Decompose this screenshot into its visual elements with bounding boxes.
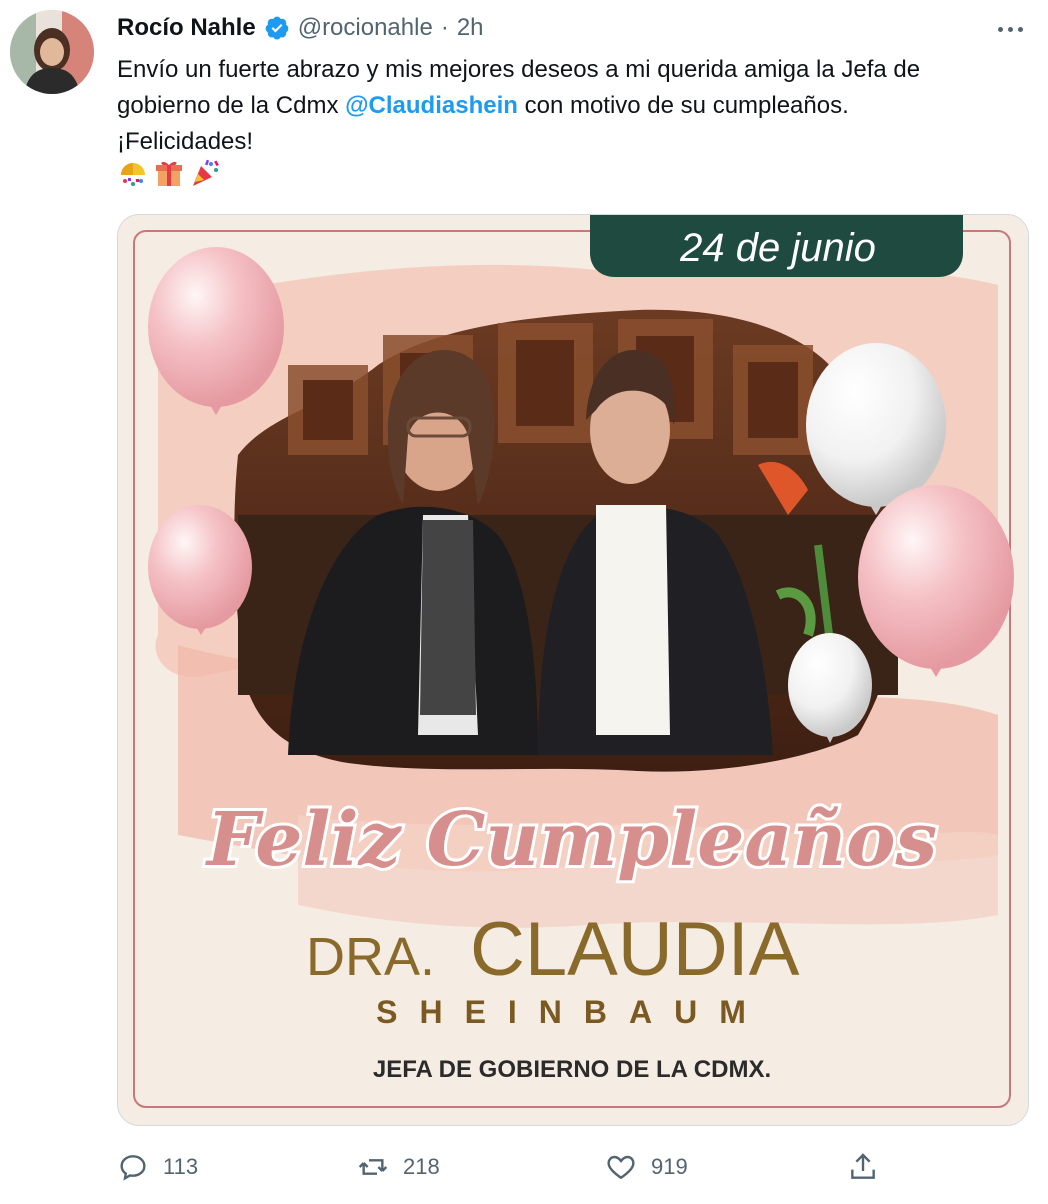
tweet-time[interactable]: 2h [457, 14, 484, 42]
avatar[interactable] [10, 10, 94, 94]
like-button[interactable]: 919 [605, 1148, 688, 1186]
share-button[interactable] [847, 1148, 879, 1186]
author-name[interactable]: Rocío Nahle [117, 14, 256, 42]
more-options-icon[interactable] [988, 14, 1032, 44]
retweet-button[interactable]: 218 [357, 1148, 440, 1186]
date-banner-text: 24 de junio [679, 226, 876, 270]
retweet-count: 218 [403, 1154, 440, 1179]
header-separator: · [440, 14, 449, 41]
title-prefix: DRA. [306, 927, 435, 987]
reply-button[interactable]: 113 [117, 1148, 198, 1186]
tweet-media-image[interactable]: 24 de junio Feliz Cumpleaños DRA. CLAUDI… [117, 214, 1029, 1126]
tweet-actions: 113 218 919 [117, 1148, 997, 1188]
verified-badge-icon [265, 16, 289, 40]
confetti-ball-icon [121, 163, 145, 186]
last-name: SHEINBAUM [376, 994, 768, 1030]
gift-icon [156, 161, 182, 186]
tweet-text-line3: ¡Felicidades! [117, 128, 254, 155]
tweet-text: Envío un fuerte abrazo y mis mejores des… [117, 52, 1017, 160]
tweet: Rocío Nahle @rocionahle · 2h Envío un fu… [0, 0, 1048, 1204]
greeting-text: Feliz Cumpleaños [205, 797, 937, 883]
mention-link[interactable]: @Claudiashein [345, 92, 518, 119]
like-count: 919 [651, 1154, 688, 1179]
heart-icon [607, 1155, 635, 1180]
tweet-text-body: Envío un fuerte abrazo y mis mejores des… [117, 52, 1017, 124]
emoji-row [117, 157, 221, 191]
reply-count: 113 [163, 1154, 199, 1179]
retweet-icon [358, 1159, 388, 1175]
first-name: CLAUDIA [470, 907, 800, 992]
tweet-header: Rocío Nahle @rocionahle · 2h [117, 12, 484, 44]
author-handle[interactable]: @rocionahle [298, 14, 433, 42]
tweet-text-part2: con motivo de su cumpleaños. [517, 92, 849, 119]
party-popper-icon [193, 159, 219, 186]
share-icon [851, 1153, 875, 1179]
reply-icon [120, 1155, 146, 1181]
role-text: JEFA DE GOBIERNO DE LA CDMX. [373, 1056, 771, 1083]
date-banner: 24 de junio [590, 215, 963, 277]
